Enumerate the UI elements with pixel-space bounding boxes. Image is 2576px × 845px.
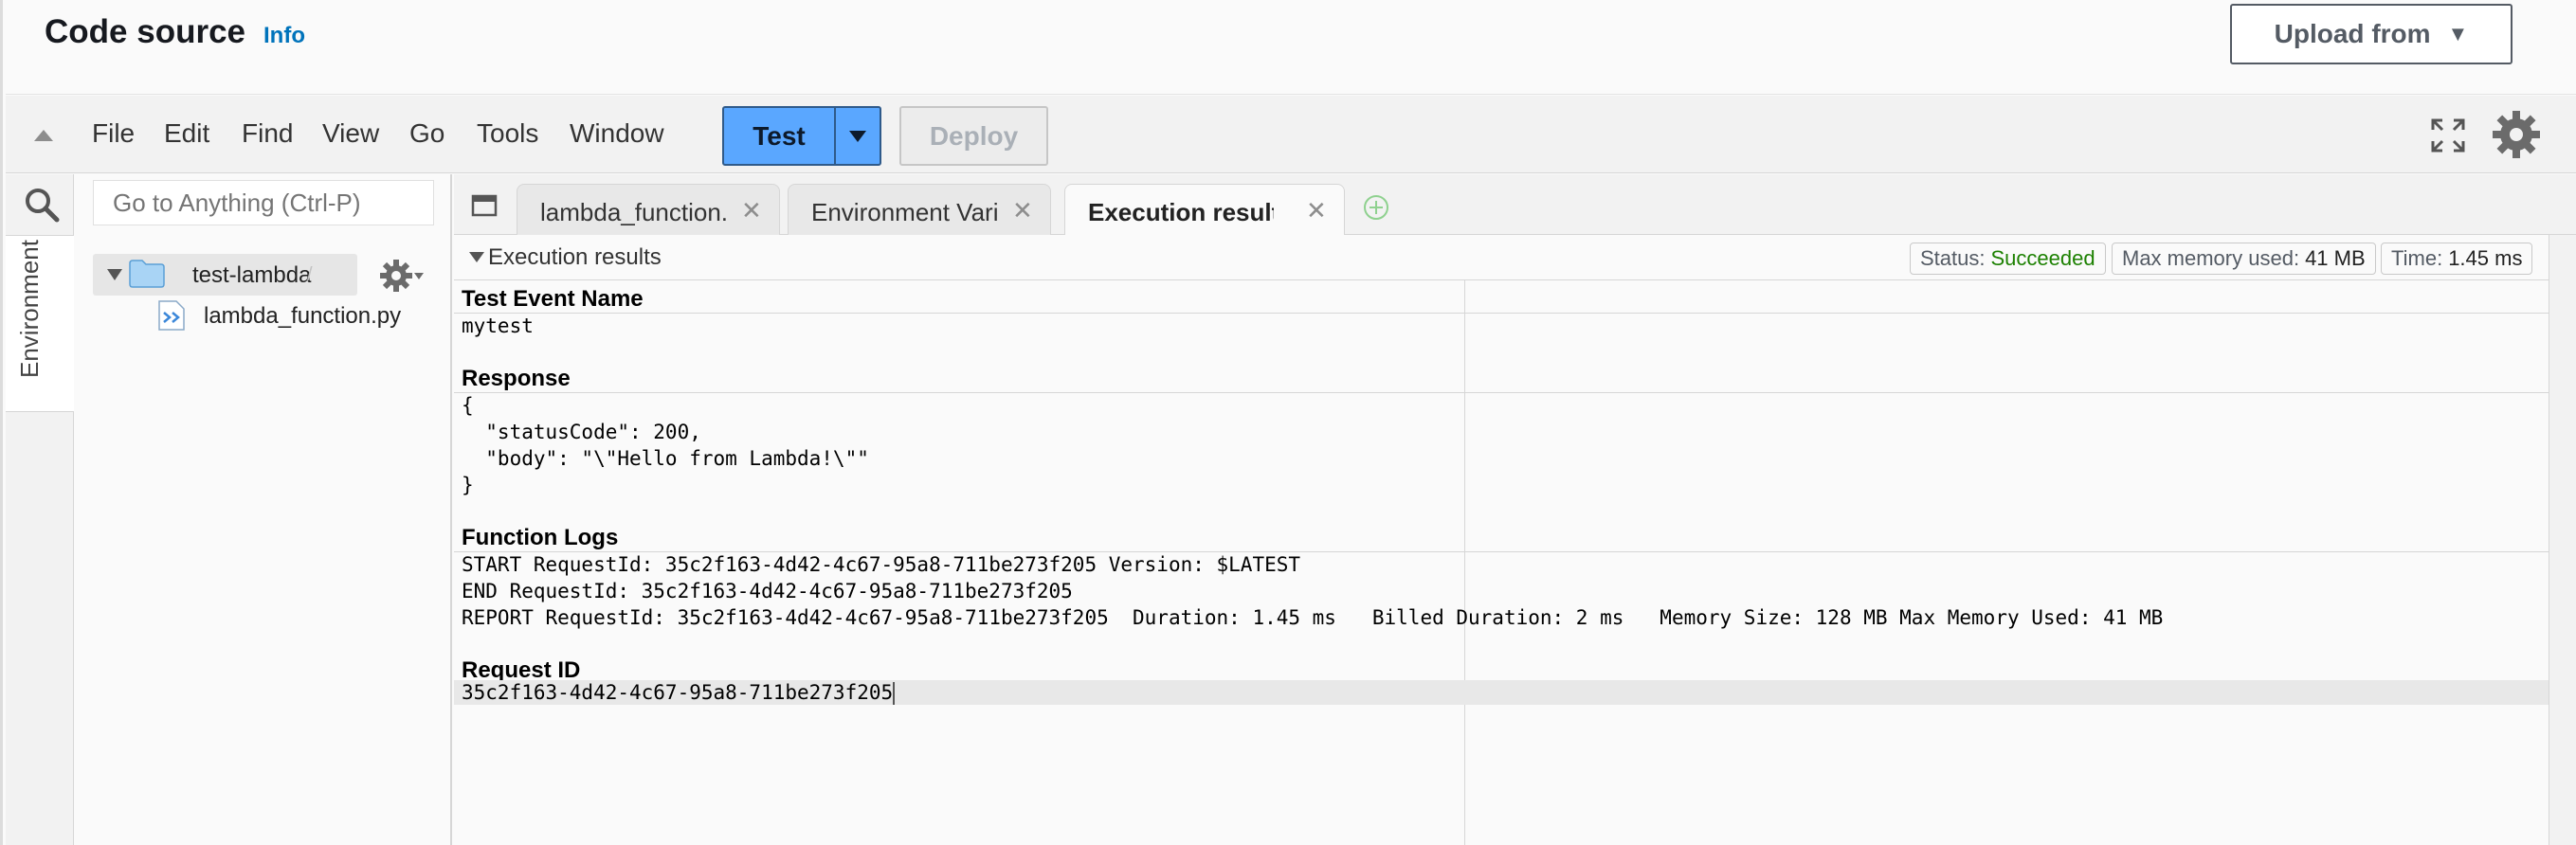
column-divider bbox=[1464, 280, 1465, 845]
log-line: REPORT RequestId: 35c2f163-4d42-4c67-95a… bbox=[462, 606, 2164, 629]
status-value: Succeeded bbox=[1990, 246, 2095, 270]
folder-label: test-lambda bbox=[192, 262, 312, 288]
menu-window[interactable]: Window bbox=[570, 118, 664, 149]
section-rule bbox=[454, 392, 2549, 393]
chevron-down-icon[interactable] bbox=[414, 273, 424, 279]
chevron-down-icon: ▼ bbox=[2447, 22, 2469, 45]
goto-anything-input[interactable] bbox=[93, 180, 434, 225]
menu-tools[interactable]: Tools bbox=[477, 118, 538, 149]
tab-execution-results[interactable]: Execution results ✕ bbox=[1064, 184, 1345, 236]
fullscreen-icon[interactable] bbox=[2429, 117, 2467, 154]
tree-file-lambda-function[interactable]: lambda_function.py bbox=[204, 303, 401, 330]
test-dropdown-button[interactable] bbox=[836, 108, 880, 164]
memory-badge: Max memory used: 41 MB bbox=[2112, 243, 2376, 275]
right-scroll-area bbox=[2549, 235, 2576, 845]
search-icon[interactable] bbox=[23, 186, 61, 224]
page-header: Code source Info Upload from ▼ bbox=[6, 0, 2576, 95]
results-body: Test Event Name mytest Response { "statu… bbox=[454, 280, 2549, 845]
close-icon[interactable]: ✕ bbox=[1012, 196, 1033, 225]
tree-folder-test-lambda[interactable]: test-lambda / bbox=[93, 254, 357, 296]
editor-tabbar: lambda_function. ✕ Environment Vari ✕ Ex… bbox=[454, 174, 2576, 236]
response-line: "statusCode": 200, bbox=[462, 421, 701, 443]
info-link[interactable]: Info bbox=[263, 23, 305, 49]
tab-label: Environment Vari bbox=[811, 198, 997, 226]
response-line: } bbox=[462, 474, 474, 496]
section-rule bbox=[454, 313, 2549, 314]
time-label: Time: bbox=[2391, 246, 2443, 270]
section-title-function-logs: Function Logs bbox=[462, 525, 619, 550]
upload-from-label: Upload from bbox=[2274, 19, 2431, 48]
rail-tab-environment[interactable]: Environment bbox=[6, 236, 74, 412]
memory-label: Max memory used: bbox=[2122, 246, 2300, 270]
menu-find[interactable]: Find bbox=[242, 118, 293, 149]
tabs-menu-icon[interactable] bbox=[471, 193, 499, 218]
section-title-test-event: Test Event Name bbox=[462, 286, 644, 312]
tab-label: Execution results bbox=[1088, 198, 1274, 226]
log-line: START RequestId: 35c2f163-4d42-4c67-95a8… bbox=[462, 553, 1301, 576]
execution-results-panel: Execution results Status: Succeeded Max … bbox=[454, 235, 2549, 845]
rail-tab-label: Environment bbox=[15, 240, 44, 378]
response-line: "body": "\"Hello from Lambda!\"" bbox=[462, 447, 869, 470]
menu-edit[interactable]: Edit bbox=[164, 118, 209, 149]
request-id-text: 35c2f163-4d42-4c67-95a8-711be273f205 bbox=[462, 681, 894, 704]
log-line: END RequestId: 35c2f163-4d42-4c67-95a8-7… bbox=[462, 580, 1073, 602]
caret-down-icon bbox=[849, 130, 866, 142]
text-cursor bbox=[893, 682, 896, 705]
ide-menubar: File Edit Find View Go Tools Window Test… bbox=[6, 96, 2576, 173]
caret-down-icon[interactable] bbox=[107, 269, 122, 280]
add-tab-icon[interactable] bbox=[1362, 193, 1390, 222]
test-button[interactable]: Test bbox=[724, 108, 836, 164]
settings-gear-icon[interactable] bbox=[2491, 109, 2542, 160]
request-id-value[interactable]: 35c2f163-4d42-4c67-95a8-711be273f205 bbox=[462, 679, 896, 706]
menu-file[interactable]: File bbox=[92, 118, 135, 149]
page-title: Code source bbox=[45, 13, 245, 50]
python-file-icon bbox=[158, 300, 185, 331]
close-icon[interactable]: ✕ bbox=[741, 196, 762, 225]
app-frame: Code source Info Upload from ▼ File Edit… bbox=[0, 0, 2576, 845]
test-button-group: Test bbox=[722, 106, 881, 166]
collapse-arrow-icon[interactable] bbox=[34, 130, 53, 141]
upload-from-button[interactable]: Upload from ▼ bbox=[2230, 4, 2513, 64]
close-icon[interactable]: ✕ bbox=[1306, 196, 1327, 225]
menu-go[interactable]: Go bbox=[409, 118, 444, 149]
tree-settings-icon[interactable] bbox=[378, 258, 414, 294]
tab-label: lambda_function. bbox=[540, 198, 726, 226]
menu-view[interactable]: View bbox=[322, 118, 379, 149]
caret-down-icon[interactable] bbox=[469, 252, 484, 262]
status-badge: Status: Succeeded bbox=[1910, 243, 2106, 275]
results-title: Execution results bbox=[488, 244, 662, 270]
time-badge: Time: 1.45 ms bbox=[2381, 243, 2533, 275]
file-tree-panel: test-lambda / lambda_function.py bbox=[75, 174, 452, 845]
folder-icon bbox=[129, 260, 165, 288]
tab-lambda-function[interactable]: lambda_function. ✕ bbox=[517, 184, 780, 235]
response-line: { bbox=[462, 394, 474, 417]
memory-value: 41 MB bbox=[2305, 246, 2366, 270]
section-title-response: Response bbox=[462, 366, 571, 391]
deploy-button[interactable]: Deploy bbox=[899, 106, 1048, 166]
folder-path-suffix: / bbox=[307, 264, 313, 285]
tab-environment-variables[interactable]: Environment Vari ✕ bbox=[788, 184, 1051, 235]
test-event-value: mytest bbox=[462, 315, 534, 337]
time-value: 1.45 ms bbox=[2448, 246, 2523, 270]
left-rail: Environment bbox=[6, 174, 74, 845]
results-header: Execution results Status: Succeeded Max … bbox=[454, 235, 2549, 280]
status-label: Status: bbox=[1920, 246, 1986, 270]
